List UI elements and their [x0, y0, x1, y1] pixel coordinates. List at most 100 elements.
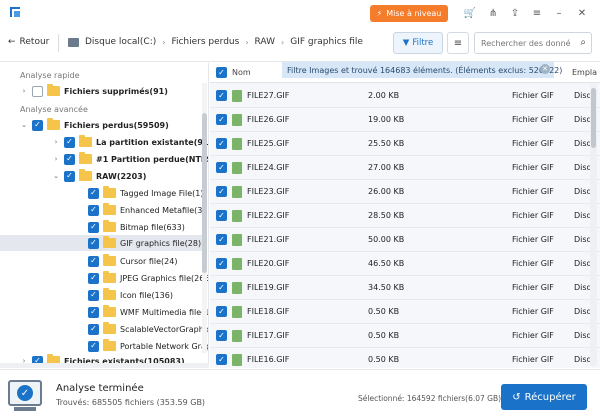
sidebar-tree: Analyse rapide › Fichiers supprimés(91) …	[0, 63, 209, 368]
caret-down-icon[interactable]: ⌄	[20, 121, 28, 129]
table-row[interactable]: ✓ FILE16.GIF 0.50 KB Fichier GIF Disqu	[210, 348, 600, 368]
table-row[interactable]: ✓ FILE25.GIF 25.50 KB Fichier GIF Disqu	[210, 132, 600, 156]
checkbox[interactable]: ✓	[88, 306, 99, 318]
row-checkbox[interactable]: ✓	[216, 354, 227, 365]
table-row[interactable]: ✓ FILE17.GIF 0.50 KB Fichier GIF Disqu	[210, 324, 600, 348]
search-icon[interactable]: ⌕	[580, 37, 586, 48]
tree-item-png[interactable]: ✓ Portable Network Graphi...	[88, 338, 208, 354]
file-size: 0.50 KB	[368, 331, 400, 340]
upgrade-label: Mise à niveau	[386, 9, 442, 18]
checkbox[interactable]: ✓	[88, 237, 99, 249]
tree-item-jpeg[interactable]: ✓ JPEG Graphics file(266)	[88, 270, 208, 286]
filter-button[interactable]: ▼ Filtre	[393, 32, 443, 54]
row-checkbox[interactable]: ✓	[216, 162, 227, 173]
row-checkbox[interactable]: ✓	[216, 234, 227, 245]
minimize-icon[interactable]: –	[552, 6, 566, 20]
row-checkbox[interactable]: ✓	[216, 330, 227, 341]
table-row[interactable]: ✓ FILE24.GIF 27.00 KB Fichier GIF Disqu	[210, 156, 600, 180]
checkbox[interactable]: ✓	[88, 272, 99, 284]
tree-item-cursor[interactable]: ✓ Cursor file(24)	[88, 253, 177, 269]
table-row[interactable]: ✓ FILE19.GIF 34.50 KB Fichier GIF Disqu	[210, 276, 600, 300]
breadcrumb-item-disk[interactable]: Disque local(C:)	[85, 37, 156, 47]
table-row[interactable]: ✓ FILE18.GIF 0.50 KB Fichier GIF Disqu	[210, 300, 600, 324]
share-icon[interactable]: ⋔	[486, 6, 500, 20]
back-button[interactable]: ← Retour	[8, 37, 49, 47]
recover-button[interactable]: ↺ Récupérer	[501, 384, 587, 410]
scrollbar-thumb[interactable]	[591, 88, 596, 148]
upgrade-button[interactable]: ⚡ Mise à niveau	[370, 5, 448, 22]
column-header-name[interactable]: Nom	[232, 68, 251, 77]
table-row[interactable]: ✓ FILE23.GIF 26.00 KB Fichier GIF Disqu	[210, 180, 600, 204]
file-name: FILE26.GIF	[247, 115, 290, 124]
tree-item-label: Bitmap file(633)	[120, 222, 185, 232]
row-checkbox[interactable]: ✓	[216, 114, 227, 125]
table-row[interactable]: ✓ FILE26.GIF 19.00 KB Fichier GIF Disqu	[210, 108, 600, 132]
tree-item-emf[interactable]: ✓ Enhanced Metafile(3)	[88, 202, 206, 218]
row-checkbox[interactable]: ✓	[216, 258, 227, 269]
computer-icon: ✓	[8, 380, 42, 411]
checkbox[interactable]: ✓	[88, 289, 99, 301]
tree-item-deleted[interactable]: › Fichiers supprimés(91)	[20, 83, 168, 99]
checkbox[interactable]: ✓	[88, 323, 99, 335]
cart-icon[interactable]: 🛒	[463, 6, 477, 20]
sidebar-scrollbar[interactable]	[202, 83, 207, 353]
row-checkbox[interactable]: ✓	[216, 186, 227, 197]
tree-item-existing-partition[interactable]: › ✓ La partition existante(91)	[52, 134, 208, 150]
table-row[interactable]: ✓ FILE20.GIF 46.50 KB Fichier GIF Disqu	[210, 252, 600, 276]
checkbox[interactable]: ✓	[64, 170, 75, 182]
row-checkbox[interactable]: ✓	[216, 282, 227, 293]
tree-item-lost-partition[interactable]: › ✓ #1 Partition perdue(NTFS)(...	[52, 151, 208, 167]
table-row[interactable]: ✓ FILE21.GIF 50.00 KB Fichier GIF Disqu	[210, 228, 600, 252]
tree-item-wmf[interactable]: ✓ WMF Multimedia file(126)	[88, 304, 208, 320]
folder-icon	[47, 118, 60, 130]
tree-item-gif[interactable]: ✓ GIF graphics file(28)	[0, 235, 202, 251]
checkbox[interactable]: ✓	[88, 221, 99, 233]
checkbox[interactable]: ✓	[88, 255, 99, 267]
checkbox[interactable]: ✓	[88, 204, 99, 216]
row-checkbox[interactable]: ✓	[216, 138, 227, 149]
tree-item-label: Cursor file(24)	[120, 256, 178, 266]
column-header-location[interactable]: Empla	[572, 68, 597, 77]
menu-icon[interactable]: ≡	[530, 6, 544, 20]
file-name: FILE25.GIF	[247, 139, 290, 148]
table-row[interactable]: ✓ FILE22.GIF 28.50 KB Fichier GIF Disqu	[210, 204, 600, 228]
tree-item-lost[interactable]: ⌄ ✓ Fichiers perdus(59509)	[20, 117, 169, 133]
file-type: Fichier GIF	[512, 355, 554, 364]
table-row[interactable]: ✓ FILE27.GIF 2.00 KB Fichier GIF Disqu	[210, 84, 600, 108]
file-type: Fichier GIF	[512, 331, 554, 340]
caret-down-icon[interactable]: ⌄	[52, 172, 60, 180]
table-scrollbar[interactable]	[590, 84, 597, 366]
select-all-checkbox[interactable]: ✓	[216, 67, 227, 78]
tree-item-raw[interactable]: ⌄ ✓ RAW(2203)	[52, 168, 146, 184]
gif-file-icon	[232, 234, 242, 246]
export-icon[interactable]: ⇪	[508, 6, 522, 20]
tree-item-tiff[interactable]: ✓ Tagged Image File(1)	[88, 185, 203, 201]
checkbox[interactable]: ✓	[64, 136, 75, 148]
view-menu-button[interactable]: ≡	[447, 32, 469, 54]
scrollbar-thumb[interactable]	[202, 113, 207, 273]
breadcrumb-item-gif[interactable]: GIF graphics file	[290, 37, 363, 47]
close-icon[interactable]: ✕	[575, 6, 589, 20]
checkbox[interactable]: ✓	[32, 119, 43, 131]
breadcrumb-item-lost[interactable]: Fichiers perdus	[171, 37, 239, 47]
breadcrumb-item-raw[interactable]: RAW	[255, 37, 275, 47]
checkbox[interactable]	[32, 85, 43, 97]
caret-right-icon[interactable]: ›	[20, 87, 28, 95]
search-input[interactable]	[475, 33, 571, 53]
checkbox[interactable]: ✓	[88, 187, 99, 199]
caret-right-icon[interactable]: ›	[52, 155, 60, 163]
checkbox[interactable]: ✓	[88, 340, 99, 352]
search-box: ⌕	[474, 32, 592, 54]
tree-item-icon[interactable]: ✓ Icon file(136)	[88, 287, 173, 303]
caret-right-icon[interactable]: ›	[52, 138, 60, 146]
tree-item-svg[interactable]: ✓ ScalableVectorGraphics(...	[88, 321, 208, 337]
tree-item-bitmap[interactable]: ✓ Bitmap file(633)	[88, 219, 185, 235]
row-checkbox[interactable]: ✓	[216, 306, 227, 317]
sidebar-horizontal-scrollbar[interactable]	[0, 363, 209, 368]
close-banner-icon[interactable]: ✕	[540, 64, 550, 74]
checkbox[interactable]: ✓	[64, 153, 75, 165]
check-icon: ✓	[17, 385, 33, 401]
row-checkbox[interactable]: ✓	[216, 210, 227, 221]
row-checkbox[interactable]: ✓	[216, 90, 227, 101]
gif-file-icon	[232, 330, 242, 342]
